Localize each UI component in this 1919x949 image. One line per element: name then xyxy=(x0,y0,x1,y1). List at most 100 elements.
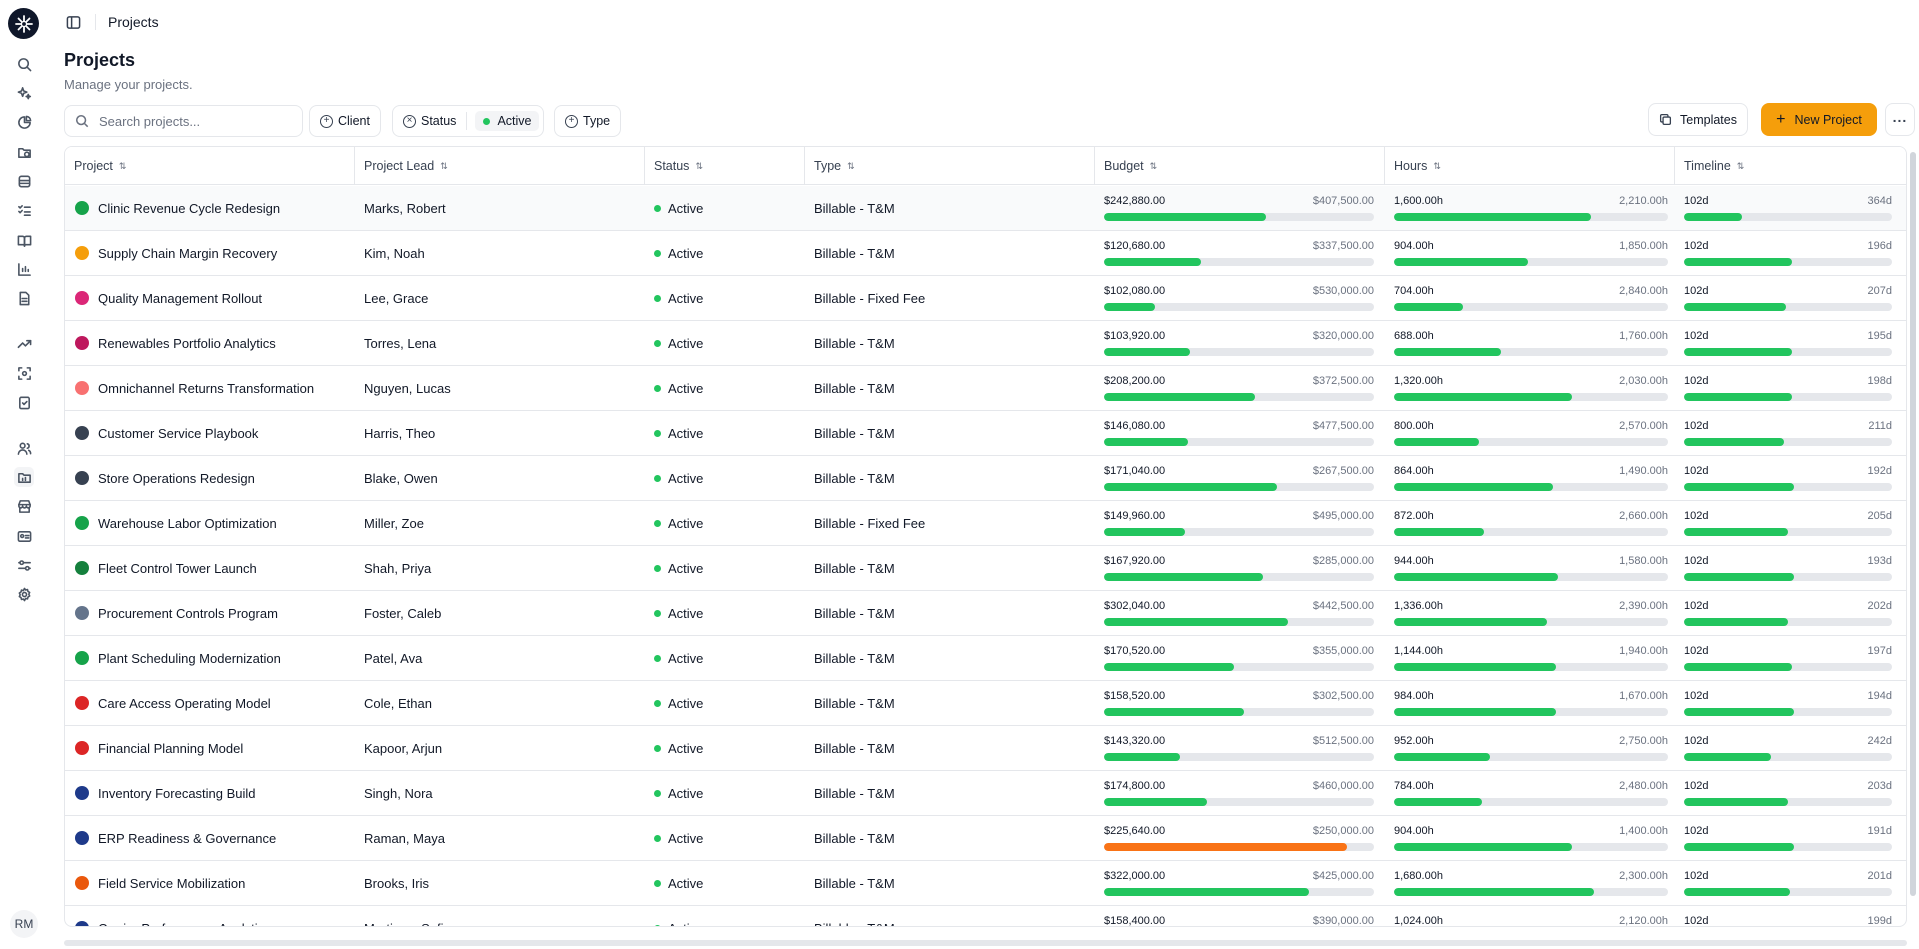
status-cell: Active xyxy=(654,186,804,230)
table-row[interactable]: Store Operations Redesign Blake, Owen Acti… xyxy=(65,456,1906,501)
book-open-icon[interactable] xyxy=(14,230,34,250)
table-row[interactable]: Renewables Portfolio Analytics Torres, Le… xyxy=(65,321,1906,366)
project-cell[interactable]: Care Access Operating Model xyxy=(75,681,350,725)
budget-cell: $322,000.00 $425,000.00 xyxy=(1104,861,1374,905)
id-card-icon[interactable] xyxy=(14,526,34,546)
type-filter-label: Type xyxy=(583,114,611,128)
folder-clock-icon[interactable] xyxy=(14,142,34,162)
table-row[interactable]: Financial Planning Model Kapoor, Arjun Act… xyxy=(65,726,1906,771)
budget-total: $302,500.00 xyxy=(1312,690,1374,702)
vertical-scrollbar[interactable] xyxy=(1910,152,1916,896)
table-row[interactable]: Supply Chain Margin Recovery Kim, Noah Act… xyxy=(65,231,1906,276)
column-header-lead[interactable]: Project Lead ⇅ xyxy=(355,147,645,185)
sidebar-toggle-icon[interactable] xyxy=(65,14,81,30)
budget-progress-bar xyxy=(1104,348,1374,356)
table-row[interactable]: Quality Management Rollout Lee, Grace Acti… xyxy=(65,276,1906,321)
table-row[interactable]: Warehouse Labor Optimization Miller, Zoe A… xyxy=(65,501,1906,546)
project-cell[interactable]: Supply Chain Margin Recovery xyxy=(75,231,350,275)
table-row[interactable]: Clinic Revenue Cycle Redesign Marks, Robe… xyxy=(65,186,1906,231)
projects-icon[interactable] xyxy=(14,467,34,487)
timeline-total: 201d xyxy=(1867,870,1892,882)
column-header-type[interactable]: Type ⇅ xyxy=(805,147,1095,185)
hours-progress-fill xyxy=(1394,888,1595,896)
checklist-icon[interactable] xyxy=(14,200,34,220)
user-avatar[interactable]: RM xyxy=(10,910,38,938)
project-logo-icon xyxy=(75,471,89,485)
x-circle-icon[interactable]: × xyxy=(403,114,416,128)
settings-gear-icon[interactable] xyxy=(14,584,34,604)
hours-used: 984.00h xyxy=(1394,690,1434,702)
project-cell[interactable]: Field Service Mobilization xyxy=(75,861,350,905)
project-cell[interactable]: Clinic Revenue Cycle Redesign xyxy=(75,186,350,230)
table-row[interactable]: Omnichannel Returns Transformation Nguyen… xyxy=(65,366,1906,411)
new-project-button[interactable]: + New Project xyxy=(1761,103,1877,136)
scan-icon[interactable] xyxy=(14,363,34,383)
sparkles-icon[interactable] xyxy=(14,83,34,103)
table-row[interactable]: Carrier Performance Analytics Martinez, S… xyxy=(65,906,1906,927)
timeline-total: 242d xyxy=(1867,735,1892,747)
hours-used: 872.00h xyxy=(1394,510,1434,522)
client-filter-button[interactable]: + Client xyxy=(309,105,381,137)
table-row[interactable]: Inventory Forecasting Build Singh, Nora Ac… xyxy=(65,771,1906,816)
budget-used: $171,040.00 xyxy=(1104,465,1166,477)
column-label: Budget xyxy=(1104,159,1144,173)
database-icon[interactable] xyxy=(14,171,34,191)
table-row[interactable]: Plant Scheduling Modernization Patel, Ava… xyxy=(65,636,1906,681)
project-cell[interactable]: Inventory Forecasting Build xyxy=(75,771,350,815)
status-cell: Active xyxy=(654,726,804,770)
search-icon[interactable] xyxy=(14,54,34,74)
table-row[interactable]: Customer Service Playbook Harris, Theo Act… xyxy=(65,411,1906,456)
project-cell[interactable]: Plant Scheduling Modernization xyxy=(75,636,350,680)
horizontal-scrollbar[interactable] xyxy=(64,940,1907,946)
column-header-budget[interactable]: Budget ⇅ xyxy=(1095,147,1385,185)
document-icon[interactable] xyxy=(14,288,34,308)
timeline-progress-bar xyxy=(1684,258,1892,266)
status-filter-button[interactable]: × Status Active xyxy=(392,105,545,137)
status-filter-value[interactable]: Active xyxy=(475,111,540,131)
budget-used: $208,200.00 xyxy=(1104,375,1166,387)
project-cell[interactable]: Quality Management Rollout xyxy=(75,276,350,320)
app-logo-icon[interactable] xyxy=(8,8,39,39)
pie-chart-icon[interactable] xyxy=(14,112,34,132)
table-row[interactable]: Procurement Controls Program Foster, Cale… xyxy=(65,591,1906,636)
table-row[interactable]: ERP Readiness & Governance Raman, Maya Act… xyxy=(65,816,1906,861)
column-header-project[interactable]: Project ⇅ xyxy=(65,147,355,185)
column-label: Type xyxy=(814,159,842,173)
project-cell[interactable]: Store Operations Redesign xyxy=(75,456,350,500)
project-cell[interactable]: Renewables Portfolio Analytics xyxy=(75,321,350,365)
table-row[interactable]: Field Service Mobilization Brooks, Iris Ac… xyxy=(65,861,1906,906)
clipboard-check-icon[interactable] xyxy=(14,392,34,412)
project-cell[interactable]: Fleet Control Tower Launch xyxy=(75,546,350,590)
project-cell[interactable]: Omnichannel Returns Transformation xyxy=(75,366,350,410)
column-header-hours[interactable]: Hours ⇅ xyxy=(1385,147,1675,185)
bar-chart-icon[interactable] xyxy=(14,259,34,279)
project-cell[interactable]: Warehouse Labor Optimization xyxy=(75,501,350,545)
status-dot-icon xyxy=(654,564,661,572)
table-row[interactable]: Fleet Control Tower Launch Shah, Priya Act… xyxy=(65,546,1906,591)
sliders-icon[interactable] xyxy=(14,555,34,575)
budget-used: $302,040.00 xyxy=(1104,600,1166,612)
timeline-cell: 102d 199d xyxy=(1684,906,1892,927)
project-cell[interactable]: Financial Planning Model xyxy=(75,726,350,770)
column-header-timeline[interactable]: Timeline ⇅ xyxy=(1675,147,1906,185)
project-cell[interactable]: Customer Service Playbook xyxy=(75,411,350,455)
project-cell[interactable]: ERP Readiness & Governance xyxy=(75,816,350,860)
status-cell: Active xyxy=(654,276,804,320)
hours-progress-fill xyxy=(1394,798,1482,806)
project-cell[interactable]: Procurement Controls Program xyxy=(75,591,350,635)
timeline-elapsed: 102d xyxy=(1684,915,1709,927)
budget-progress-fill xyxy=(1104,708,1245,716)
search-input[interactable] xyxy=(99,113,289,129)
project-cell[interactable]: Carrier Performance Analytics xyxy=(75,906,350,926)
store-icon[interactable] xyxy=(14,496,34,516)
templates-button[interactable]: Templates xyxy=(1648,103,1748,136)
search-icon xyxy=(75,114,89,128)
column-header-status[interactable]: Status ⇅ xyxy=(645,147,805,185)
table-row[interactable]: Care Access Operating Model Cole, Ethan Ac… xyxy=(65,681,1906,726)
type-filter-button[interactable]: + Type xyxy=(554,105,622,137)
hours-progress-bar xyxy=(1394,843,1668,851)
users-icon[interactable] xyxy=(14,438,34,458)
more-options-button[interactable]: ... xyxy=(1885,103,1915,136)
trending-up-icon[interactable] xyxy=(14,333,34,353)
hours-total: 2,750.00h xyxy=(1619,735,1668,747)
